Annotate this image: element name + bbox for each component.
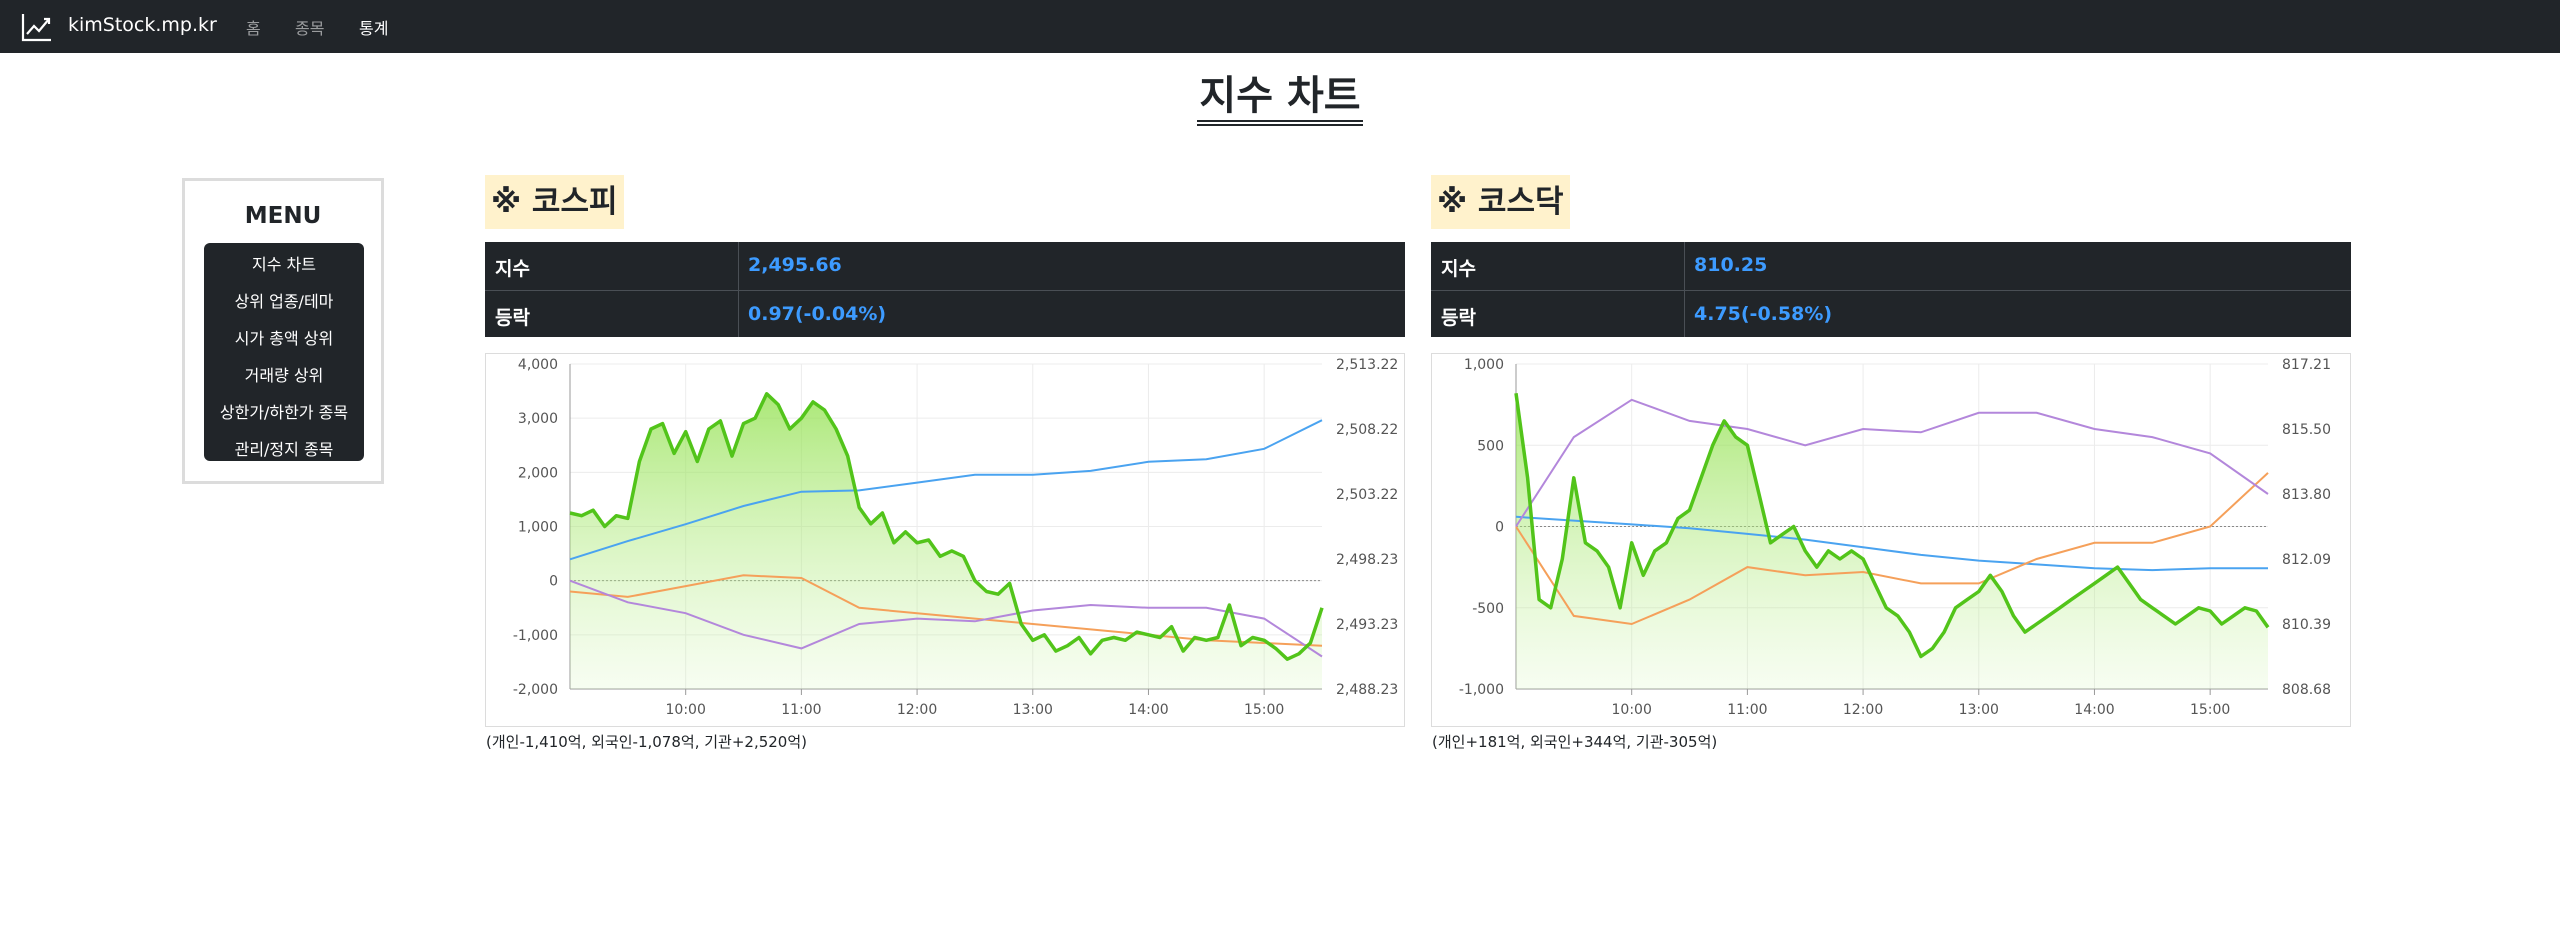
top-navbar: kimStock.mp.kr 홈 종목 통계 — [0, 0, 2560, 53]
menu-item-top-volume[interactable]: 거래량 상위 — [204, 362, 364, 386]
kosdaq-change-label: 등락 — [1441, 307, 1476, 329]
chart-trend-icon[interactable] — [21, 12, 53, 42]
kosdaq-chart: 1,000 500 0 -500 -1,000 817.21 815.50 813.80 812… — [1431, 353, 2351, 727]
left-axis-tick-label: -1,000 — [513, 628, 558, 644]
menu-item-top-market-cap[interactable]: 시가 총액 상위 — [204, 325, 364, 349]
kospi-chart-svg: 4,000 3,000 2,000 1,000 0 -1,000 -2,000 2,513.2… — [513, 357, 1398, 718]
kosdaq-investor-caption: (개인+181억, 외국인+344억, 기관-305억) — [1432, 733, 1718, 751]
menu-item-index-chart[interactable]: 지수 차트 — [204, 251, 364, 275]
page-title-wrap: 지수 차트 — [0, 72, 2560, 126]
menu-item-top-sectors[interactable]: 상위 업종/테마 — [204, 288, 364, 312]
kospi-index-row: 지수 2,495.66 — [485, 242, 1405, 289]
right-axis-tick-label: 810.39 — [2282, 617, 2331, 633]
x-axis-tick-label: 15:00 — [2190, 702, 2230, 718]
x-axis-tick-label: 14:00 — [2074, 702, 2114, 718]
right-axis-tick-label: 2,508.22 — [1336, 422, 1398, 438]
kosdaq-index-value: 810.25 — [1694, 254, 1768, 276]
kospi-title: ※ 코스피 — [485, 175, 624, 229]
kosdaq-index-row: 지수 810.25 — [1431, 242, 2351, 289]
right-axis-tick-label: 2,488.23 — [1336, 682, 1398, 698]
nav-link-stocks[interactable]: 종목 — [295, 15, 324, 39]
table-divider — [1684, 242, 1685, 337]
x-axis-tick-label: 13:00 — [1959, 702, 1999, 718]
x-axis-tick-label: 13:00 — [1013, 702, 1053, 718]
left-axis-tick-label: 0 — [1495, 520, 1504, 536]
kospi-index-value: 2,495.66 — [748, 254, 842, 276]
right-axis-tick-label: 2,493.23 — [1336, 617, 1398, 633]
x-axis-tick-label: 11:00 — [1727, 702, 1767, 718]
menu-list: 지수 차트 상위 업종/테마 시가 총액 상위 거래량 상위 상한가/하한가 종… — [204, 243, 364, 461]
x-axis-tick-label: 12:00 — [897, 702, 937, 718]
x-axis-tick-label: 11:00 — [781, 702, 821, 718]
left-axis-tick-label: 1,000 — [518, 520, 558, 536]
purple-series-line — [1515, 398, 2269, 528]
left-axis-tick-label: 0 — [549, 574, 558, 590]
kospi-change-row: 등락 0.97(-0.04%) — [485, 290, 1405, 338]
right-axis-tick-label: 2,498.23 — [1336, 552, 1398, 568]
kospi-index-label: 지수 — [495, 258, 530, 280]
left-axis-tick-label: -2,000 — [513, 682, 558, 698]
left-axis-tick-label: -500 — [1472, 601, 1504, 617]
right-axis-tick-label: 812.09 — [2282, 552, 2331, 568]
kospi-change-label: 등락 — [495, 307, 530, 329]
kosdaq-title: ※ 코스닥 — [1431, 175, 1570, 229]
kosdaq-index-label: 지수 — [1441, 258, 1476, 280]
kosdaq-change-value: 4.75(-0.58%) — [1694, 303, 1833, 325]
kospi-info-table: 지수 2,495.66 등락 0.97(-0.04%) — [485, 242, 1405, 337]
x-axis-tick-label: 15:00 — [1244, 702, 1284, 718]
table-divider — [738, 242, 739, 337]
x-axis-tick-label: 10:00 — [1612, 702, 1652, 718]
left-axis-tick-label: 4,000 — [518, 357, 558, 373]
menu-item-suspended[interactable]: 관리/정지 종목 — [204, 436, 364, 460]
kosdaq-info-table: 지수 810.25 등락 4.75(-0.58%) — [1431, 242, 2351, 337]
right-axis-tick-label: 817.21 — [2282, 357, 2331, 373]
kosdaq-change-row: 등락 4.75(-0.58%) — [1431, 290, 2351, 338]
menu-item-limit-up-down[interactable]: 상한가/하한가 종목 — [204, 399, 364, 423]
x-axis-tick-label: 12:00 — [1843, 702, 1883, 718]
x-axis-tick-label: 14:00 — [1128, 702, 1168, 718]
left-axis-tick-label: 1,000 — [1464, 357, 1504, 373]
right-axis-tick-label: 808.68 — [2282, 682, 2331, 698]
left-axis-tick-label: 2,000 — [518, 465, 558, 481]
right-axis-tick-label: 815.50 — [2282, 422, 2331, 438]
kospi-investor-caption: (개인-1,410억, 외국인-1,078억, 기관+2,520억) — [486, 733, 807, 751]
right-axis-tick-label: 2,503.22 — [1336, 487, 1398, 503]
nav-link-statistics[interactable]: 통계 — [359, 15, 388, 39]
right-axis-tick-label: 2,513.22 — [1336, 357, 1398, 373]
left-axis-tick-label: 3,000 — [518, 411, 558, 427]
brand-link[interactable]: kimStock.mp.kr — [68, 14, 217, 36]
kospi-change-value: 0.97(-0.04%) — [748, 303, 887, 325]
nav-link-home[interactable]: 홈 — [246, 15, 261, 39]
x-axis-tick-label: 10:00 — [666, 702, 706, 718]
kosdaq-chart-svg: 1,000 500 0 -500 -1,000 817.21 815.50 813.80 812… — [1459, 357, 2331, 718]
kospi-chart: 4,000 3,000 2,000 1,000 0 -1,000 -2,000 2,513.2… — [485, 353, 1405, 727]
page-title: 지수 차트 — [1197, 72, 1363, 126]
left-axis-tick-label: 500 — [1477, 438, 1504, 454]
right-axis-tick-label: 813.80 — [2282, 487, 2331, 503]
menu-title: MENU — [244, 203, 322, 229]
side-menu: MENU 지수 차트 상위 업종/테마 시가 총액 상위 거래량 상위 상한가/… — [182, 178, 384, 484]
left-axis-tick-label: -1,000 — [1459, 682, 1504, 698]
